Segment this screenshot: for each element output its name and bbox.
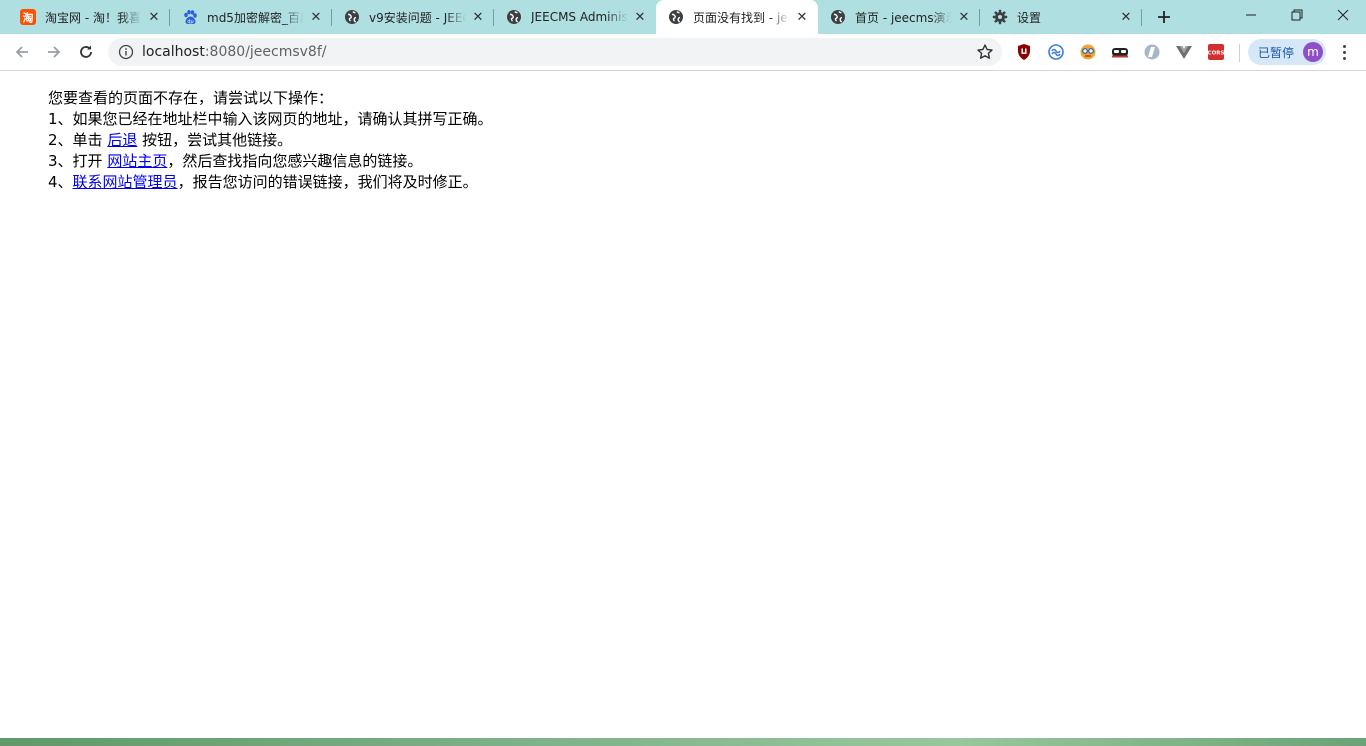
browser-window: 淘 淘宝网 - 淘！我喜欢 ✕ du md5加密解密_百度搜索 ✕ v9安装问题… xyxy=(0,0,1366,746)
close-icon[interactable]: ✕ xyxy=(794,9,810,25)
plus-icon xyxy=(1158,11,1170,23)
arrow-right-icon xyxy=(48,46,61,58)
browser-toolbar: localhost:8080/jeecmsv8f/ CORS 已暂停 m xyxy=(0,34,1366,71)
suggestion-4: 4、联系网站管理员，报告您访问的错误链接，我们将及时修正。 xyxy=(48,172,493,193)
back-link[interactable]: 后退 xyxy=(107,131,137,149)
svg-text:du: du xyxy=(187,19,193,25)
tab-page-not-found[interactable]: 页面没有找到 - jeecms ✕ xyxy=(656,0,818,34)
close-icon[interactable]: ✕ xyxy=(470,9,486,25)
info-icon[interactable] xyxy=(118,44,134,60)
tab-baidu[interactable]: du md5加密解密_百度搜索 ✕ xyxy=(170,0,332,34)
suggestion-4-prefix: 4、 xyxy=(48,173,73,191)
paused-label: 已暂停 xyxy=(1258,45,1295,60)
arrow-left-icon xyxy=(15,46,28,58)
contact-admin-link[interactable]: 联系网站管理员 xyxy=(73,173,178,191)
svg-text:CORS: CORS xyxy=(1208,51,1225,57)
baidu-paw-icon: du xyxy=(182,9,198,25)
reload-button[interactable] xyxy=(72,38,100,66)
tab-title: v9安装问题 - JEECMS xyxy=(369,10,466,25)
javascript-switch-icon[interactable] xyxy=(1143,43,1161,61)
suggestion-3-prefix: 3、打开 xyxy=(48,152,108,170)
tab-taobao[interactable]: 淘 淘宝网 - 淘！我喜欢 ✕ xyxy=(8,0,170,34)
suggestion-2-prefix: 2、单击 xyxy=(48,131,108,149)
taskbar-edge xyxy=(0,738,1366,746)
cors-icon[interactable]: CORS xyxy=(1207,43,1225,61)
close-window-button[interactable] xyxy=(1320,0,1366,30)
tab-jeecms-question[interactable]: v9安装问题 - JEECMS ✕ xyxy=(332,0,494,34)
url-host: localhost xyxy=(142,44,205,60)
star-icon[interactable] xyxy=(976,43,994,61)
close-icon[interactable]: ✕ xyxy=(956,9,972,25)
tab-settings[interactable]: 设置 ✕ xyxy=(980,0,1142,34)
globe-icon xyxy=(344,9,360,25)
kebab-menu-icon[interactable] xyxy=(1336,40,1352,64)
shield-icon[interactable] xyxy=(1015,43,1033,61)
globe-icon xyxy=(668,9,684,25)
tab-title: JEECMS Administrator xyxy=(531,10,628,24)
profile-paused-button[interactable]: 已暂停 m xyxy=(1248,39,1326,65)
vue-devtools-icon[interactable] xyxy=(1175,43,1193,61)
back-button[interactable] xyxy=(8,38,36,66)
forward-button[interactable] xyxy=(40,38,68,66)
gear-icon xyxy=(992,9,1008,25)
suggestion-1: 1、如果您已经在地址栏中输入该网页的地址，请确认其拼写正确。 xyxy=(48,110,493,128)
close-icon[interactable]: ✕ xyxy=(146,9,162,25)
glasses-face-icon[interactable] xyxy=(1079,43,1097,61)
url-path: :8080/jeecmsv8f/ xyxy=(204,44,327,60)
minimize-button[interactable] xyxy=(1228,0,1274,30)
url-text[interactable]: localhost:8080/jeecmsv8f/ xyxy=(142,44,327,60)
toolbar-divider xyxy=(1239,44,1240,62)
tab-title: 页面没有找到 - jeecms xyxy=(693,10,790,25)
globe-icon xyxy=(830,9,846,25)
globe-icon xyxy=(506,9,522,25)
not-found-message: 您要查看的页面不存在，请尝试以下操作： 1、如果您已经在地址栏中输入该网页的地址… xyxy=(48,88,493,193)
homepage-link[interactable]: 网站主页 xyxy=(107,152,167,170)
address-bar[interactable]: localhost:8080/jeecmsv8f/ xyxy=(108,38,1002,66)
tab-title: 设置 xyxy=(1017,10,1042,25)
close-icon xyxy=(1337,9,1349,21)
suggestion-2: 2、单击 后退 按钮，尝试其他链接。 xyxy=(48,130,493,151)
sync-icon[interactable] xyxy=(1047,43,1065,61)
suggestion-2-suffix: 按钮，尝试其他链接。 xyxy=(137,131,293,149)
tab-strip: 淘 淘宝网 - 淘！我喜欢 ✕ du md5加密解密_百度搜索 ✕ v9安装问题… xyxy=(0,0,1366,34)
avatar: m xyxy=(1303,42,1323,62)
tab-title: md5加密解密_百度搜索 xyxy=(207,10,304,25)
tab-title: 首页 - jeecms演示站 xyxy=(855,10,952,25)
restore-button[interactable] xyxy=(1274,0,1320,30)
close-icon[interactable]: ✕ xyxy=(632,9,648,25)
tab-list: 淘 淘宝网 - 淘！我喜欢 ✕ du md5加密解密_百度搜索 ✕ v9安装问题… xyxy=(8,0,1142,34)
new-tab-button[interactable] xyxy=(1150,5,1178,29)
minimize-icon xyxy=(1246,14,1256,16)
page-viewport: 您要查看的页面不存在，请尝试以下操作： 1、如果您已经在地址栏中输入该网页的地址… xyxy=(0,71,1366,738)
tab-jeecms-admin[interactable]: JEECMS Administrator ✕ xyxy=(494,0,656,34)
tab-title: 淘宝网 - 淘！我喜欢 xyxy=(45,10,142,25)
suggestion-3-suffix: ，然后查找指向您感兴趣信息的链接。 xyxy=(167,152,423,170)
intro-text: 您要查看的页面不存在，请尝试以下操作： xyxy=(48,89,334,107)
tab-jeecms-home[interactable]: 首页 - jeecms演示站 ✕ xyxy=(818,0,980,34)
close-icon[interactable]: ✕ xyxy=(308,9,324,25)
svg-text:淘: 淘 xyxy=(23,11,34,25)
suggestion-3: 3、打开 网站主页，然后查找指向您感兴趣信息的链接。 xyxy=(48,151,493,172)
taobao-icon: 淘 xyxy=(20,9,36,25)
suggestion-4-suffix: ，报告您访问的错误链接，我们将及时修正。 xyxy=(177,173,478,191)
close-icon[interactable]: ✕ xyxy=(1118,9,1134,25)
restore-icon xyxy=(1291,9,1303,21)
mask-icon[interactable] xyxy=(1111,43,1129,61)
reload-icon xyxy=(80,45,92,58)
